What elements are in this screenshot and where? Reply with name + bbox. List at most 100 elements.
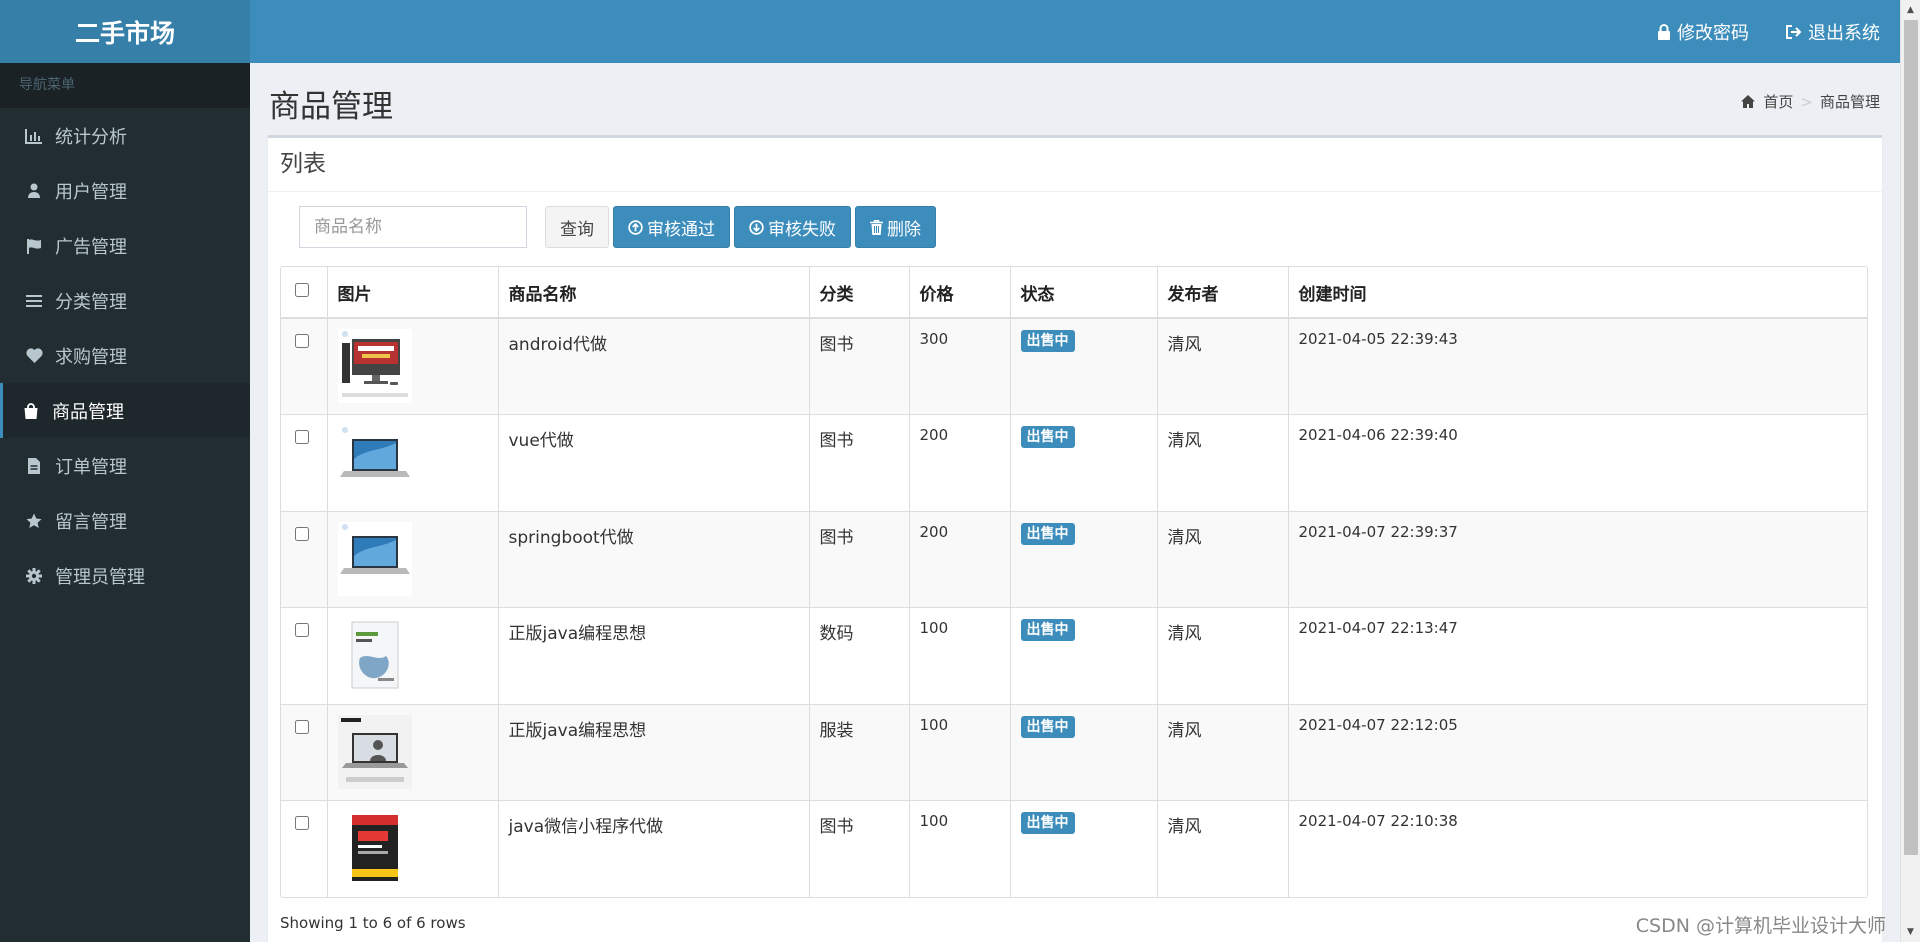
row-select-cell <box>281 704 328 801</box>
row-select-cell <box>281 318 328 415</box>
query-button-label: 查询 <box>560 219 594 240</box>
sidebar: 导航菜单 统计分析 用户管理 广告管理 分类管理 求购管理 商品管理 订单管理 … <box>0 63 250 942</box>
product-thumbnail-java-book[interactable] <box>337 811 412 885</box>
sidebar-header: 导航菜单 <box>0 63 250 108</box>
file-icon <box>25 457 43 475</box>
column-header-name: 商品名称 <box>498 267 810 319</box>
row-checkbox[interactable] <box>295 430 309 444</box>
list-icon <box>25 292 43 310</box>
sidebar-item-products[interactable]: 商品管理 <box>0 383 250 438</box>
table-row[interactable]: springboot代做 图书 200 出售中 清风 2021-04-07 22… <box>281 511 1867 608</box>
sidebar-item-label: 分类管理 <box>55 291 127 313</box>
product-thumbnail-laptop[interactable] <box>337 521 412 596</box>
row-checkbox[interactable] <box>295 526 309 541</box>
product-thumbnail-desktop-pc[interactable] <box>337 329 412 403</box>
app-logo[interactable]: 二手市场 <box>0 0 250 63</box>
table-row[interactable]: 正版java编程思想 服装 100 出售中 清风 2021-04-07 22:1… <box>281 704 1867 801</box>
product-thumbnail-laptop-thinkbook[interactable] <box>337 714 412 789</box>
row-publisher-cell: 清风 <box>1157 511 1289 608</box>
status-badge: 出售中 <box>1020 330 1075 352</box>
row-image-cell <box>327 607 499 704</box>
product-table-container: 图片 商品名称 分类 价格 状态 发布者 创建时间 android代做 图书 3… <box>280 266 1868 898</box>
reject-button[interactable]: 审核失败 <box>734 206 851 248</box>
row-status-cell: 出售中 <box>1010 414 1158 511</box>
change-password-label: 修改密码 <box>1677 22 1749 44</box>
sidebar-item-admins[interactable]: 管理员管理 <box>0 548 250 603</box>
row-publisher-cell: 清风 <box>1157 607 1289 704</box>
row-name-cell: vue代做 <box>498 414 810 511</box>
column-header-created: 创建时间 <box>1288 267 1867 319</box>
column-header-price: 价格 <box>909 267 1011 319</box>
watermark: CSDN @计算机毕业设计大师 <box>1635 915 1886 937</box>
change-password-link[interactable]: 修改密码 <box>1657 19 1749 45</box>
sidebar-item-label: 广告管理 <box>55 236 127 258</box>
row-category-cell: 服装 <box>809 704 910 801</box>
query-button[interactable]: 查询 <box>545 206 609 248</box>
approve-button[interactable]: 审核通过 <box>613 206 730 248</box>
row-status-cell: 出售中 <box>1010 704 1158 801</box>
list-box: 列表 查询 审核通过 审核失败 删除 <box>268 135 1882 942</box>
sidebar-item-orders[interactable]: 订单管理 <box>0 438 250 493</box>
sidebar-item-messages[interactable]: 留言管理 <box>0 493 250 548</box>
row-status-cell: 出售中 <box>1010 318 1158 415</box>
sign-out-icon <box>1786 24 1802 39</box>
row-created-cell: 2021-04-07 22:39:37 <box>1298 522 1458 541</box>
row-category-cell: 图书 <box>809 414 910 511</box>
row-checkbox[interactable] <box>295 623 309 637</box>
logout-label: 退出系统 <box>1808 22 1880 44</box>
row-name-cell: 正版java编程思想 <box>498 704 810 801</box>
heart-icon <box>25 347 43 365</box>
row-category-cell: 数码 <box>809 607 910 704</box>
status-badge: 出售中 <box>1020 715 1075 738</box>
top-navbar: 修改密码 退出系统 <box>250 0 1900 63</box>
row-checkbox[interactable] <box>295 719 309 734</box>
row-image-cell <box>327 414 499 511</box>
select-all-cell <box>281 267 328 319</box>
status-badge: 出售中 <box>1020 619 1075 641</box>
row-select-cell <box>281 511 328 608</box>
row-price-cell: 100 <box>909 607 1011 704</box>
sidebar-item-ads[interactable]: 广告管理 <box>0 218 250 273</box>
product-thumbnail-laptop[interactable] <box>337 425 412 499</box>
column-header-status: 状态 <box>1010 267 1158 319</box>
product-name-search-input[interactable] <box>299 206 527 248</box>
select-all-checkbox[interactable] <box>295 283 309 297</box>
row-image-cell <box>327 318 499 415</box>
table-row[interactable]: android代做 图书 300 出售中 清风 2021-04-05 22:39… <box>281 318 1867 415</box>
trash-icon <box>870 219 883 235</box>
sidebar-item-wanted[interactable]: 求购管理 <box>0 328 250 383</box>
row-checkbox[interactable] <box>295 816 309 830</box>
table-row[interactable]: vue代做 图书 200 出售中 清风 2021-04-06 22:39:40 <box>281 414 1867 511</box>
delete-button[interactable]: 删除 <box>855 206 936 248</box>
breadcrumb-home[interactable]: 首页 <box>1741 91 1793 112</box>
row-publisher-cell: 清风 <box>1157 414 1289 511</box>
row-price-cell: 100 <box>909 800 1011 897</box>
user-icon <box>25 182 43 200</box>
scroll-down-arrow-icon[interactable]: ▼ <box>1901 922 1920 942</box>
row-created-cell: 2021-04-06 22:39:40 <box>1298 426 1458 444</box>
table-row[interactable]: java微信小程序代做 图书 100 出售中 清风 2021-04-07 22:… <box>281 800 1867 897</box>
row-price-cell: 200 <box>909 511 1011 608</box>
sidebar-item-categories[interactable]: 分类管理 <box>0 273 250 328</box>
bar-chart-icon <box>25 127 43 145</box>
page-title: 商品管理 <box>269 89 393 125</box>
row-publisher-cell: 清风 <box>1157 704 1289 801</box>
scrollbar-thumb[interactable] <box>1904 20 1918 855</box>
logout-link[interactable]: 退出系统 <box>1785 19 1880 45</box>
box-title: 列表 <box>268 138 1882 192</box>
table-row[interactable]: 正版java编程思想 数码 100 出售中 清风 2021-04-07 22:1… <box>281 607 1867 704</box>
sidebar-item-label: 订单管理 <box>55 456 127 478</box>
row-image-cell <box>327 704 499 801</box>
scroll-up-arrow-icon[interactable]: ▲ <box>1901 0 1920 20</box>
row-created-cell: 2021-04-05 22:39:43 <box>1298 330 1458 348</box>
row-created-cell: 2021-04-07 22:12:05 <box>1298 715 1458 734</box>
row-created-cell: 2021-04-07 22:13:47 <box>1298 619 1458 637</box>
product-thumbnail-book[interactable] <box>337 618 412 692</box>
row-category-cell: 图书 <box>809 318 910 415</box>
breadcrumb-separator: > <box>1800 92 1813 111</box>
row-checkbox[interactable] <box>295 334 309 348</box>
page-scrollbar[interactable]: ▲ ▼ <box>1900 0 1920 942</box>
sidebar-item-users[interactable]: 用户管理 <box>0 163 250 218</box>
column-header-image: 图片 <box>327 267 499 319</box>
sidebar-item-statistics[interactable]: 统计分析 <box>0 108 250 163</box>
